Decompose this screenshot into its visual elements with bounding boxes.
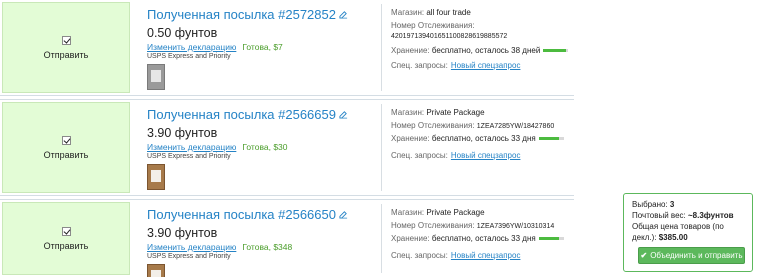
storage-bar-fill: [538, 137, 559, 141]
storage-label: Хранение:: [391, 234, 430, 243]
parcel-select-cell[interactable]: Отправить: [2, 202, 130, 275]
parcel-select-cell[interactable]: Отправить: [2, 2, 130, 93]
parcel-info: Полученная посылка #2566650 3.90 фунтов …: [147, 206, 372, 277]
weight-label: Почтовый вес:: [632, 211, 686, 220]
storage-bar: [538, 237, 564, 241]
storage-label: Хранение:: [391, 46, 430, 55]
parcel-weight: 3.90 фунтов: [147, 126, 218, 140]
send-label: Отправить: [43, 49, 89, 60]
send-checkbox[interactable]: [61, 35, 71, 45]
selected-label: Выбрано:: [632, 200, 668, 209]
ready-status: Готова, $7: [242, 42, 283, 52]
parcel-title[interactable]: Полученная посылка #2566650: [147, 207, 336, 222]
parcel-row: Отправить Полученная посылка #2566650 3.…: [0, 199, 574, 277]
total-weight: ~8.3фунтов: [687, 211, 734, 220]
special-requests-label: Спец. запросы:: [391, 61, 448, 70]
parcel-row: Отправить Полученная посылка #2566659 3.…: [0, 99, 574, 196]
tracking-number: 1ZEA7285YW/18427860: [476, 123, 555, 130]
new-special-request-link[interactable]: Новый спецзапрос: [451, 251, 521, 260]
storage-bar: [538, 137, 564, 141]
storage-value: бесплатно, осталось 38 дней: [431, 46, 541, 55]
package-photo[interactable]: [147, 164, 165, 190]
shipping-service: USPS Express and Priority: [147, 153, 231, 160]
store-label: Магазин:: [391, 108, 425, 117]
storage-label: Хранение:: [391, 134, 430, 143]
parcel-title[interactable]: Полученная посылка #2566659: [147, 107, 336, 122]
merge-and-send-button[interactable]: ✔ Объединить и отправить: [638, 247, 745, 264]
parcel-select-cell[interactable]: Отправить: [2, 102, 130, 193]
send-label: Отправить: [43, 149, 89, 160]
new-special-request-link[interactable]: Новый спецзапрос: [451, 61, 521, 70]
shipping-service: USPS Express and Priority: [147, 53, 231, 60]
storage-value: бесплатно, осталось 33 дня: [431, 134, 536, 143]
edit-declaration-link[interactable]: Изменить декларацию: [147, 142, 236, 152]
ready-status: Готова, $30: [242, 142, 288, 152]
parcel-details: Магазин: Private Package Номер Отслежива…: [381, 204, 571, 273]
edit-icon[interactable]: [339, 110, 348, 119]
parcel-row: Отправить Полученная посылка #2572852 0.…: [0, 0, 574, 96]
storage-bar-fill: [538, 237, 559, 241]
parcel-weight: 3.90 фунтов: [147, 226, 218, 240]
parcel-info: Полученная посылка #2572852 0.50 фунтов …: [147, 6, 372, 90]
storage-value: бесплатно, осталось 33 дня: [431, 234, 536, 243]
tracking-number: 420197139401651100828619885572: [391, 33, 508, 40]
store-label: Магазин:: [391, 208, 425, 217]
parcel-weight: 0.50 фунтов: [147, 26, 218, 40]
total-price: $385.00: [658, 233, 688, 242]
send-checkbox[interactable]: [61, 135, 71, 145]
storage-bar-fill: [543, 49, 566, 53]
ready-status: Готова, $348: [242, 242, 293, 252]
merge-button-label: Объединить и отправить: [650, 251, 743, 260]
edit-icon[interactable]: [339, 210, 348, 219]
store-value: Private Package: [426, 108, 485, 117]
parcel-title[interactable]: Полученная посылка #2572852: [147, 7, 336, 22]
special-requests-label: Спец. запросы:: [391, 151, 448, 160]
selected-count: 3: [669, 200, 675, 209]
store-value: all four trade: [426, 8, 471, 17]
send-checkbox[interactable]: [61, 226, 71, 236]
edit-declaration-link[interactable]: Изменить декларацию: [147, 242, 236, 252]
tracking-label: Номер Отслеживания:: [391, 121, 475, 130]
storage-bar: [543, 49, 569, 53]
selection-summary: Выбрано: 3 Почтовый вес: ~8.3фунтов Обща…: [623, 193, 753, 272]
package-photo[interactable]: [147, 264, 165, 277]
parcel-details: Магазин: Private Package Номер Отслежива…: [381, 104, 571, 191]
store-label: Магазин:: [391, 8, 425, 17]
tracking-label: Номер Отслеживания:: [391, 221, 475, 230]
parcel-info: Полученная посылка #2566659 3.90 фунтов …: [147, 106, 372, 190]
edit-declaration-link[interactable]: Изменить декларацию: [147, 42, 236, 52]
edit-icon[interactable]: [339, 10, 348, 19]
tracking-label: Номер Отслеживания:: [391, 21, 475, 30]
parcel-details: Магазин: all four trade Номер Отслеживан…: [381, 4, 571, 91]
tracking-number: 1ZEA7396YW/10310314: [476, 223, 555, 230]
package-photo[interactable]: [147, 64, 165, 90]
check-icon: ✔: [640, 251, 648, 260]
special-requests-label: Спец. запросы:: [391, 251, 448, 260]
shipping-service: USPS Express and Priority: [147, 253, 231, 260]
new-special-request-link[interactable]: Новый спецзапрос: [451, 151, 521, 160]
store-value: Private Package: [426, 208, 485, 217]
send-label: Отправить: [43, 240, 89, 251]
